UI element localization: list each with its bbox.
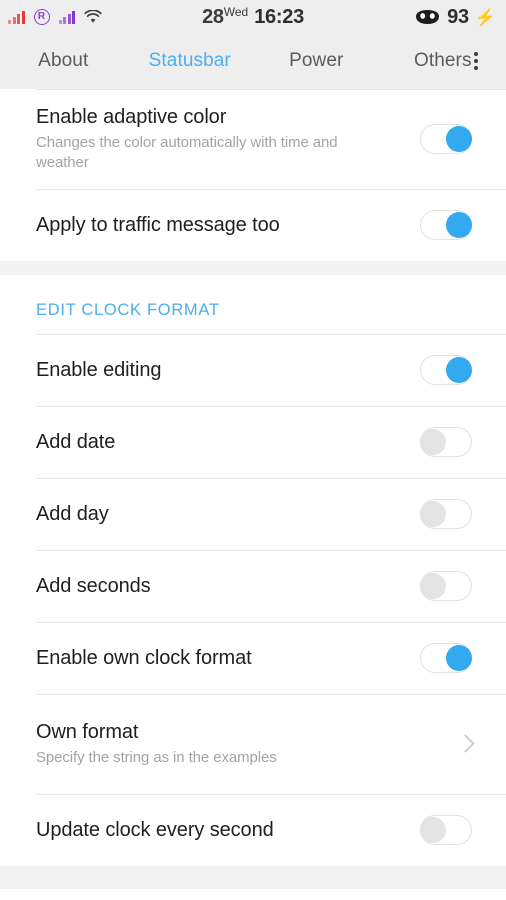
row-title: Enable adaptive color: [36, 105, 227, 128]
toggle-knob: [446, 126, 472, 152]
roaming-letter: R: [37, 11, 46, 22]
toggle-knob: [446, 645, 472, 671]
toggle-update-clock-every-second[interactable]: [420, 815, 472, 845]
row-text: Add seconds: [36, 574, 420, 599]
row-divider: [36, 550, 506, 551]
battery-icon: [414, 9, 441, 25]
toggle-enable-editing[interactable]: [420, 355, 472, 385]
status-bar-left-icons: R: [8, 9, 102, 25]
tab-bar: About Statusbar Power Others: [0, 34, 506, 88]
toggle-knob: [420, 501, 446, 527]
toggle-enable-own-clock-format[interactable]: [420, 643, 472, 673]
clock-time: 16:23: [254, 5, 304, 28]
row-divider: [36, 334, 506, 335]
chevron-right-icon[interactable]: [458, 733, 472, 755]
row-title: Add seconds: [36, 574, 151, 597]
toggle-knob: [446, 357, 472, 383]
row-enable-own-clock-format[interactable]: Enable own clock format: [0, 622, 506, 694]
bottom-band: [0, 866, 506, 889]
row-text: Own format Specify the string as in the …: [36, 720, 458, 768]
roaming-icon: R: [33, 9, 50, 25]
row-divider: [36, 406, 506, 407]
row-subtitle: Changes the color automatically with tim…: [36, 133, 338, 171]
row-text: Add date: [36, 430, 420, 455]
toggle-knob: [420, 573, 446, 599]
row-enable-adaptive-color[interactable]: Enable adaptive color Changes the color …: [0, 89, 506, 189]
row-divider: [36, 478, 506, 479]
row-title: Enable editing: [36, 358, 162, 381]
row-title: Enable own clock format: [36, 646, 252, 669]
settings-list: Enable adaptive color Changes the color …: [0, 88, 506, 889]
row-apply-to-traffic-message-too[interactable]: Apply to traffic message too: [0, 189, 506, 261]
toggle-add-day[interactable]: [420, 499, 472, 529]
row-divider: [36, 89, 506, 90]
tab-about[interactable]: About: [0, 50, 127, 72]
row-add-day[interactable]: Add day: [0, 478, 506, 550]
row-text: Enable editing: [36, 358, 420, 383]
row-divider: [36, 622, 506, 623]
battery-percentage: 93: [447, 5, 469, 28]
row-add-seconds[interactable]: Add seconds: [0, 550, 506, 622]
tab-others[interactable]: Others: [380, 50, 506, 72]
section-header-label: EDIT CLOCK FORMAT: [36, 301, 220, 319]
row-own-format[interactable]: Own format Specify the string as in the …: [0, 694, 506, 794]
row-text: Enable adaptive color Changes the color …: [36, 105, 420, 174]
section-separator: [0, 261, 506, 275]
charging-bolt-icon: ⚡: [474, 7, 496, 27]
wifi-icon: [84, 9, 102, 24]
toggle-knob: [446, 212, 472, 238]
row-text: Add day: [36, 502, 420, 527]
row-add-date[interactable]: Add date: [0, 406, 506, 478]
row-subtitle: Specify the string as in the examples: [36, 748, 277, 766]
tab-statusbar[interactable]: Statusbar: [127, 50, 254, 72]
row-update-clock-every-second[interactable]: Update clock every second: [0, 794, 506, 866]
toggle-enable-adaptive-color[interactable]: [420, 124, 472, 154]
clock-date: 28: [202, 5, 224, 28]
toggle-knob: [420, 429, 446, 455]
row-title: Add day: [36, 502, 109, 525]
row-text: Update clock every second: [36, 818, 420, 843]
row-text: Apply to traffic message too: [36, 213, 420, 238]
toggle-add-seconds[interactable]: [420, 571, 472, 601]
row-title: Apply to traffic message too: [36, 213, 280, 236]
toggle-knob: [420, 817, 446, 843]
signal-bars-sim1-icon: [8, 10, 25, 24]
status-bar-right-icons: 93 ⚡: [414, 6, 496, 29]
row-text: Enable own clock format: [36, 646, 420, 671]
row-title: Update clock every second: [36, 818, 274, 841]
section-header-edit-clock-format: EDIT CLOCK FORMAT: [0, 275, 506, 334]
clock-day-of-week: Wed: [223, 4, 249, 19]
signal-bars-sim2-icon: [58, 10, 75, 24]
row-divider: [36, 189, 506, 190]
toggle-apply-to-traffic-message-too[interactable]: [420, 210, 472, 240]
row-divider: [36, 694, 506, 695]
row-title: Own format: [36, 720, 139, 743]
row-divider: [36, 794, 506, 795]
toggle-add-date[interactable]: [420, 427, 472, 457]
overflow-menu-icon[interactable]: [474, 52, 478, 70]
status-bar: R 28 Wed 16:23 93 ⚡: [0, 0, 506, 34]
tab-power[interactable]: Power: [253, 50, 380, 72]
row-enable-editing[interactable]: Enable editing: [0, 334, 506, 406]
row-title: Add date: [36, 430, 116, 453]
